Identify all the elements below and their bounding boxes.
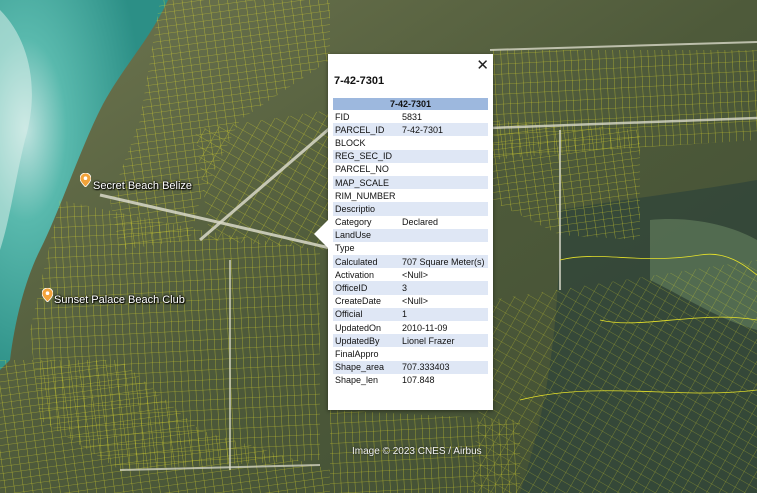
attribute-row: LandUse (333, 228, 488, 242)
attribute-value: Declared (402, 217, 439, 228)
imagery-attribution: Image © 2023 CNES / Airbus (352, 446, 482, 457)
attribute-key: Category (335, 217, 372, 228)
attribute-key: BLOCK (335, 137, 366, 148)
attribute-key: Activation (335, 269, 375, 280)
attribute-row: UpdatedBy Lionel Frazer (333, 334, 488, 348)
attribute-key: MAP_SCALE (333, 175, 400, 190)
popup-title: 7-42-7301 (334, 75, 385, 87)
map-pin-icon[interactable] (42, 288, 53, 302)
attribute-row: Calculated 707 Square Meter(s) (333, 255, 488, 269)
attribute-key: Descriptio (333, 202, 400, 216)
attribute-value: 5831 (402, 111, 423, 122)
map-pin-icon[interactable] (80, 173, 91, 187)
attribute-key: UpdatedBy (333, 334, 400, 348)
attribute-key: PARCEL_NO (335, 164, 389, 175)
attribute-value (400, 242, 488, 255)
attribute-key: REG_SEC_ID (333, 149, 400, 163)
attribute-row: RIM_NUMBER (333, 189, 488, 202)
attribute-row: BLOCK (333, 136, 488, 149)
attribute-key: FID (335, 111, 350, 122)
attribute-key: Calculated (333, 255, 400, 269)
attribute-key: Official (333, 307, 400, 321)
attribute-row: MAP_SCALE (333, 175, 488, 190)
attribute-value (400, 175, 488, 190)
attribute-row: PARCEL_NO (333, 163, 488, 176)
attribute-row: CreateDate <Null> (333, 295, 488, 308)
attribute-value (400, 149, 488, 163)
attribute-value: 1 (400, 307, 488, 321)
attribute-value: 107.848 (402, 375, 435, 386)
attribute-row: Shape_len 107.848 (333, 374, 488, 387)
attribute-key: RIM_NUMBER (335, 190, 396, 201)
attribute-value: Lionel Frazer (400, 334, 488, 348)
attribute-key: FinalAppro (335, 348, 379, 359)
attribute-value: 7-42-7301 (400, 123, 488, 137)
place-label[interactable]: Secret Beach Belize (93, 180, 192, 192)
attribute-value (400, 347, 488, 360)
attribute-row: FinalAppro (333, 347, 488, 360)
attribute-key: CreateDate (335, 296, 382, 307)
attribute-value: 707 Square Meter(s) (400, 255, 488, 269)
attribute-key: LandUse (333, 228, 400, 242)
attribute-value (400, 163, 488, 176)
attribute-value: 3 (400, 281, 488, 295)
close-icon[interactable]: ✕ (476, 56, 489, 74)
place-label[interactable]: Sunset Palace Beach Club (54, 294, 185, 306)
attribute-value: <Null> (402, 269, 429, 280)
attribute-row: REG_SEC_ID (333, 149, 488, 163)
attribute-key: Type (335, 243, 355, 254)
attribute-row: Type (333, 242, 488, 255)
feature-info-popup: ✕ 7-42-7301 7-42-7301 FID 5831 PARCEL_ID 7-… (314, 54, 493, 410)
attribute-table-header: 7-42-7301 (333, 98, 488, 110)
attribute-row: Shape_area 707.333403 (333, 360, 488, 374)
attribute-table: 7-42-7301 FID 5831 PARCEL_ID 7-42-7301 BLOCK… (333, 98, 488, 387)
attribute-row: Activation <Null> (333, 268, 488, 281)
attribute-row: OfficeID 3 (333, 281, 488, 295)
popup-pointer (314, 220, 328, 248)
attribute-row: FID 5831 (333, 110, 488, 123)
attribute-key: UpdatedOn (335, 322, 382, 333)
attribute-value: 2010-11-09 (402, 322, 448, 333)
attribute-row: Official 1 (333, 307, 488, 321)
attribute-value (400, 136, 488, 149)
attribute-value (400, 202, 488, 216)
attribute-key: PARCEL_ID (333, 123, 400, 137)
attribute-row: Category Declared (333, 216, 488, 229)
attribute-value (400, 189, 488, 202)
attribute-key: Shape_area (333, 360, 400, 374)
attribute-row: PARCEL_ID 7-42-7301 (333, 123, 488, 137)
attribute-value: 707.333403 (400, 360, 488, 374)
attribute-value (400, 228, 488, 242)
attribute-row: UpdatedOn 2010-11-09 (333, 321, 488, 334)
attribute-key: Shape_len (335, 375, 379, 386)
attribute-value: <Null> (402, 296, 429, 307)
attribute-key: OfficeID (333, 281, 400, 295)
attribute-row: Descriptio (333, 202, 488, 216)
